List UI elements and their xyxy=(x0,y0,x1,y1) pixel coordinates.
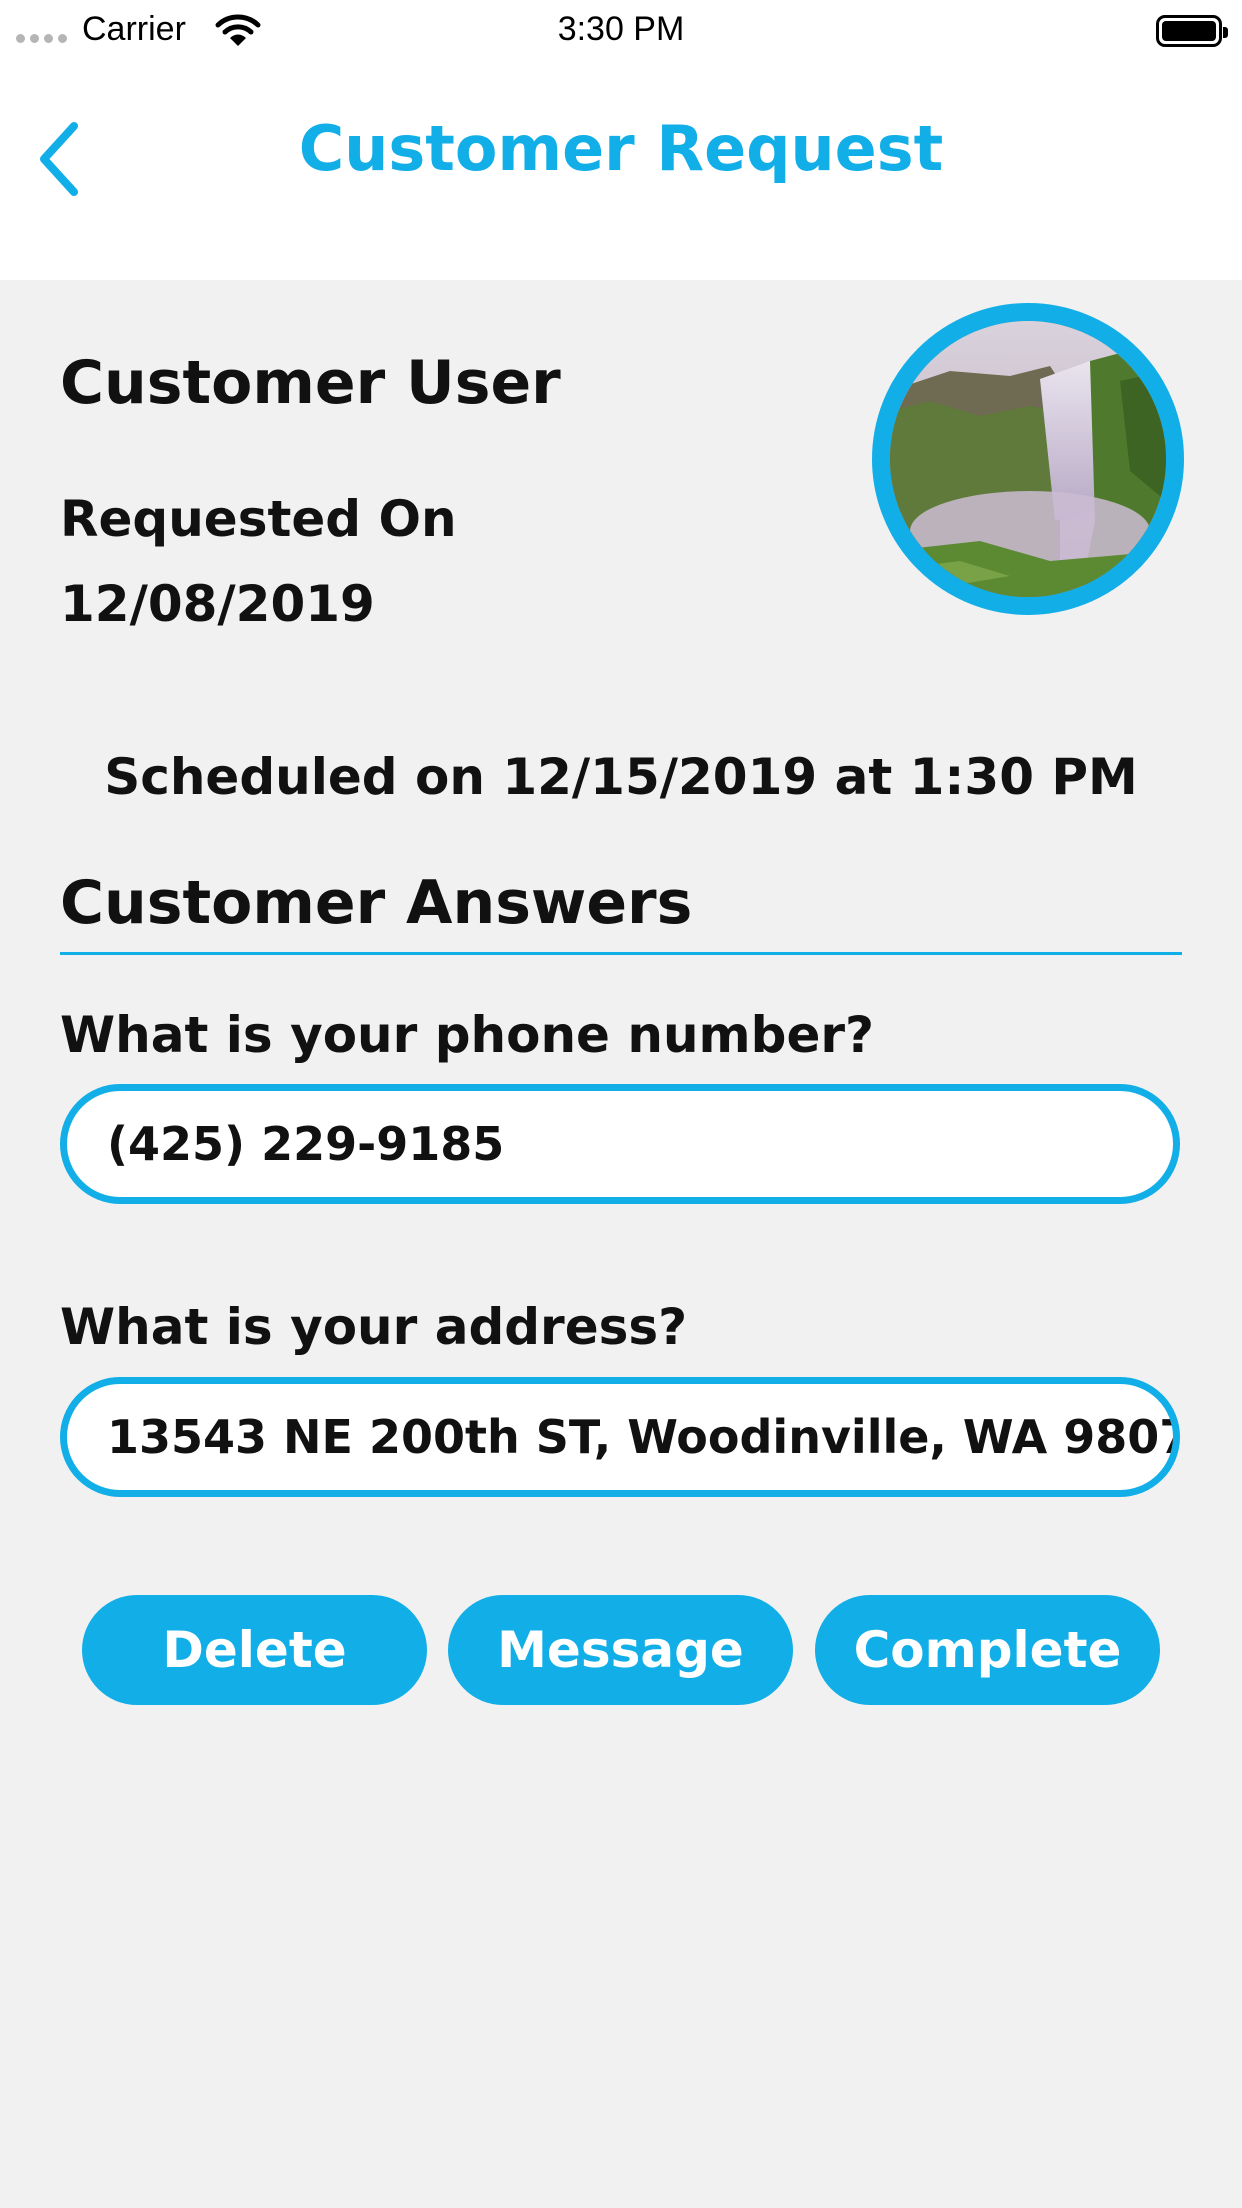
delete-button[interactable]: Delete xyxy=(82,1595,427,1705)
section-title-customer-answers: Customer Answers xyxy=(60,868,693,938)
battery-icon xyxy=(1156,15,1228,47)
status-bar: Carrier 3:30 PM xyxy=(0,0,1242,60)
page-title: Customer Request xyxy=(298,112,944,185)
avatar xyxy=(872,303,1184,615)
customer-name: Customer User xyxy=(60,348,561,418)
section-divider xyxy=(60,952,1182,955)
scheduled-text: Scheduled on 12/15/2019 at 1:30 PM xyxy=(104,748,1138,806)
requested-on-date: 12/08/2019 xyxy=(60,575,375,633)
question-phone: What is your phone number? xyxy=(60,1006,875,1064)
answer-phone-field[interactable]: (425) 229-9185 xyxy=(60,1084,1180,1204)
complete-button[interactable]: Complete xyxy=(815,1595,1160,1705)
answer-address-field[interactable]: 13543 NE 200th ST, Woodinville, WA 98072 xyxy=(60,1377,1180,1497)
message-button[interactable]: Message xyxy=(448,1595,793,1705)
nav-bar: Customer Request xyxy=(0,60,1242,280)
waterfall-photo xyxy=(890,321,1166,597)
status-time: 3:30 PM xyxy=(557,10,685,48)
requested-on-label: Requested On xyxy=(60,490,457,548)
question-address: What is your address? xyxy=(60,1298,688,1356)
